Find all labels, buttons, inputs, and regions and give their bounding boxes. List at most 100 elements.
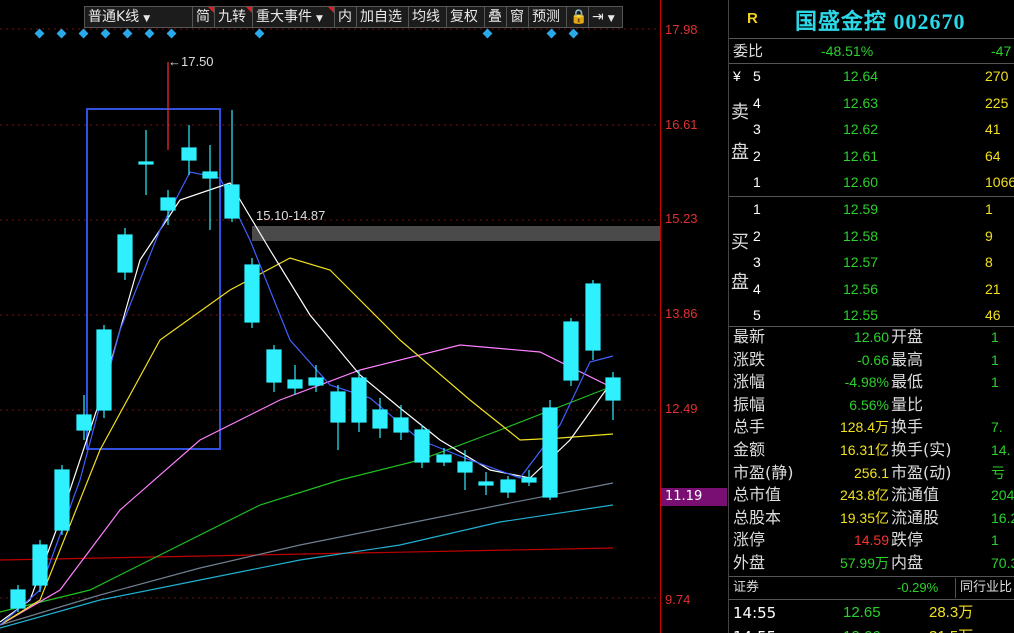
sector-compare-link[interactable]: 同行业比 xyxy=(955,578,1012,598)
candle-body[interactable] xyxy=(372,409,388,429)
sell-side-label-1: 卖 xyxy=(731,102,749,123)
candle-body[interactable] xyxy=(96,329,112,411)
candle-body[interactable] xyxy=(414,429,430,463)
stat-label: 涨幅 xyxy=(733,372,766,392)
event-marker-icon[interactable] xyxy=(482,28,493,39)
candle-body[interactable] xyxy=(393,417,409,433)
candle-body[interactable] xyxy=(308,377,324,386)
ma250-line xyxy=(0,504,614,629)
stat-label: 流通股 xyxy=(891,507,940,527)
candle-body[interactable] xyxy=(563,321,579,381)
sell-price[interactable]: 12.60 xyxy=(843,171,878,193)
sector-change: -0.29% xyxy=(897,580,939,595)
stat-value: 1 xyxy=(991,374,999,391)
ma60-line xyxy=(0,385,614,613)
buy-volume: 21 xyxy=(985,280,1001,297)
candle-body[interactable] xyxy=(521,477,537,483)
sell-price[interactable]: 12.61 xyxy=(843,145,878,167)
event-marker-icon[interactable] xyxy=(56,28,67,39)
buy-price[interactable]: 12.55 xyxy=(843,304,878,326)
toolbar-button-1[interactable]: 简 xyxy=(193,6,215,28)
candle-body[interactable] xyxy=(585,283,601,351)
candle-body[interactable] xyxy=(542,407,558,498)
buy-price[interactable]: 12.56 xyxy=(843,278,878,300)
stat-label: 量比 xyxy=(891,394,924,414)
candle-body[interactable] xyxy=(54,469,70,531)
candle-body[interactable] xyxy=(351,377,367,423)
toolbar-button-0[interactable]: 普通K线 xyxy=(84,6,193,28)
sell-price[interactable]: 12.64 xyxy=(843,65,878,87)
toolbar-button-10[interactable]: 预测 xyxy=(529,6,567,28)
event-marker-icon[interactable] xyxy=(546,28,557,39)
buy-side-label-2: 盘 xyxy=(731,272,749,293)
buy-price[interactable]: 12.59 xyxy=(843,198,878,220)
stat-value: 6.56% xyxy=(849,396,889,413)
candle-body[interactable] xyxy=(436,454,452,463)
candle-body[interactable] xyxy=(457,461,473,473)
candle-body[interactable] xyxy=(330,391,346,423)
stat-value: 16.31亿 xyxy=(839,442,889,458)
toolbar-button-6[interactable]: 均线 xyxy=(409,6,447,28)
toolbar-button-2[interactable]: 九转 xyxy=(215,6,253,28)
kline-chart[interactable]: ←17.50 15.10-14.87 xyxy=(0,0,660,633)
candle-body[interactable] xyxy=(202,171,218,179)
candle-body[interactable] xyxy=(287,379,303,389)
stat-label: 涨跌 xyxy=(733,349,766,369)
buy-price[interactable]: 12.58 xyxy=(843,225,878,247)
candle-body[interactable] xyxy=(117,234,133,273)
sell-volume: 64 xyxy=(985,147,1001,164)
toolbar-button-9[interactable]: 窗 xyxy=(507,6,529,28)
event-marker-icon[interactable] xyxy=(78,28,89,39)
sell-price[interactable]: 12.62 xyxy=(843,118,878,140)
toolbar-button-7[interactable]: 复权 xyxy=(447,6,485,28)
stock-title[interactable]: 国盛金控 002670 xyxy=(795,4,966,36)
candle-body[interactable] xyxy=(32,544,48,586)
sell-level: 3 xyxy=(753,121,761,137)
weibi-label: 委比 xyxy=(733,42,764,60)
candle-body[interactable] xyxy=(605,377,621,401)
buy-price[interactable]: 12.57 xyxy=(843,251,878,273)
stat-value: -0.66 xyxy=(857,351,889,368)
stat-label: 金额 xyxy=(733,440,766,459)
sell-volume: 225 xyxy=(985,94,1009,111)
event-marker-icon[interactable] xyxy=(122,28,133,39)
sell-level: 1 xyxy=(753,174,761,190)
toolbar-button-8[interactable]: 叠 xyxy=(485,6,507,28)
candle-body[interactable] xyxy=(478,481,494,486)
candle-body[interactable] xyxy=(138,161,154,165)
tick-time: 14:55 xyxy=(733,626,776,633)
candle-body[interactable] xyxy=(10,589,26,609)
stat-label: 外盘 xyxy=(733,553,766,572)
toolbar-button-4[interactable]: 内 xyxy=(335,6,357,28)
candle-body[interactable] xyxy=(224,184,240,219)
event-marker-icon[interactable] xyxy=(166,28,177,39)
sell-volume: 270 xyxy=(985,68,1009,84)
event-marker-icon[interactable] xyxy=(568,28,579,39)
divider xyxy=(729,599,1014,600)
toolbar-button-3[interactable]: 重大事件 xyxy=(253,6,335,28)
toolbar-button-12[interactable]: ⇥ xyxy=(589,6,623,28)
candle-body[interactable] xyxy=(181,147,197,161)
event-marker-icon[interactable] xyxy=(34,28,45,39)
stat-value: 128.4万 xyxy=(839,419,889,436)
candle-body[interactable] xyxy=(500,479,516,493)
sell-price[interactable]: 12.63 xyxy=(843,92,878,114)
sell-volume: 41 xyxy=(985,121,1001,137)
toolbar-button-11[interactable]: 🔒 xyxy=(567,6,589,28)
stat-value: -4.98% xyxy=(844,374,889,391)
candle-body[interactable] xyxy=(266,349,282,383)
sector-name[interactable]: 证券 xyxy=(733,578,759,598)
event-marker-icon[interactable] xyxy=(100,28,111,39)
buy-side-label-1: 买 xyxy=(731,232,749,253)
stat-value: 1 xyxy=(991,532,999,549)
stat-label: 换手 xyxy=(891,417,924,437)
axis-tick-label: 12.49 xyxy=(665,401,698,416)
candle-body[interactable] xyxy=(160,197,176,211)
stat-label: 开盘 xyxy=(891,327,924,346)
toolbar-button-5[interactable]: 加自选 xyxy=(357,6,409,28)
candle-body[interactable] xyxy=(76,414,92,431)
event-marker-icon[interactable] xyxy=(144,28,155,39)
buy-level: 3 xyxy=(753,254,761,270)
candle-body[interactable] xyxy=(244,264,260,323)
event-marker-icon[interactable] xyxy=(254,28,265,39)
